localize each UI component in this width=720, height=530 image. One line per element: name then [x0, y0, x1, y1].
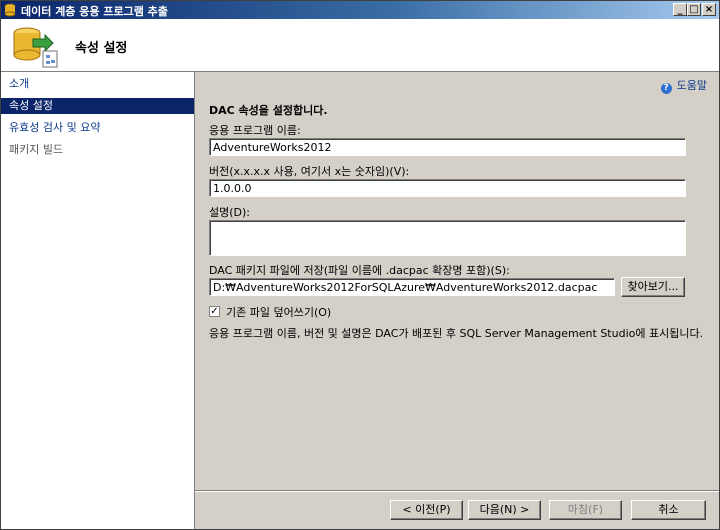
description-label: 설명(D):	[209, 206, 250, 219]
overwrite-checkbox[interactable]: ✓	[209, 306, 220, 317]
overwrite-label: 기존 파일 덮어쓰기(O)	[226, 306, 332, 319]
save-path-input[interactable]: D:₩AdventureWorks2012ForSQLAzure₩Adventu…	[209, 278, 615, 296]
app-name-label: 응용 프로그램 이름:	[209, 124, 301, 137]
nav-item-set-properties[interactable]: 속성 설정	[1, 98, 194, 114]
save-path-label: DAC 패키지 파일에 저장(파일 이름에 .dacpac 확장명 포함)(S)…	[209, 264, 510, 277]
nav-item-build-package[interactable]: 패키지 빌드	[1, 142, 194, 158]
help-label: 도움말	[676, 79, 707, 92]
wizard-nav: 소개 속성 설정 유효성 검사 및 요약 패키지 빌드	[1, 72, 195, 529]
description-textarea[interactable]	[209, 220, 686, 256]
version-input[interactable]: 1.0.0.0	[209, 179, 686, 197]
finish-button[interactable]: 마침(F)	[549, 500, 622, 520]
nav-item-label: 소개	[9, 77, 30, 90]
wizard-window: 데이터 계층 응용 프로그램 추출 _ □ × 속성 설정 소개 속성 설정 유…	[0, 0, 720, 530]
nav-item-validation-summary[interactable]: 유효성 검사 및 요약	[1, 120, 194, 136]
cancel-button[interactable]: 취소	[631, 500, 706, 520]
nav-item-intro[interactable]: 소개	[1, 76, 194, 92]
nav-item-label: 패키지 빌드	[9, 143, 64, 156]
app-name-input[interactable]: AdventureWorks2012	[209, 138, 686, 156]
browse-button[interactable]: 찾아보기...	[621, 277, 685, 297]
title-bar[interactable]: 데이터 계층 응용 프로그램 추출 _ □ ×	[1, 1, 719, 19]
minimize-button[interactable]: _	[673, 3, 687, 16]
app-icon	[4, 3, 18, 17]
page-header: 속성 설정	[1, 19, 719, 72]
version-label: 버전(x.x.x.x 사용, 여기서 x는 숫자임)(V):	[209, 165, 410, 178]
nav-item-label: 속성 설정	[9, 99, 53, 112]
content-panel: ? 도움말 DAC 속성을 설정합니다. 응용 프로그램 이름: Adventur…	[195, 72, 719, 529]
help-link[interactable]: ? 도움말	[660, 77, 707, 94]
maximize-button[interactable]: □	[687, 3, 701, 16]
next-button[interactable]: 다음(N) >	[468, 500, 541, 520]
nav-item-label: 유효성 검사 및 요약	[9, 121, 101, 134]
window-title: 데이터 계층 응용 프로그램 추출	[21, 5, 168, 18]
prev-button[interactable]: < 이전(P)	[390, 500, 463, 520]
help-icon: ?	[660, 83, 672, 94]
close-button[interactable]: ×	[702, 3, 716, 16]
footer-divider-highlight	[195, 491, 719, 492]
page-title: 속성 설정	[75, 41, 128, 56]
info-text: 응용 프로그램 이름, 버전 및 설명은 DAC가 배포된 후 SQL Serv…	[209, 327, 704, 340]
database-extract-icon	[11, 25, 61, 72]
form-heading: DAC 속성을 설정합니다.	[209, 104, 328, 117]
